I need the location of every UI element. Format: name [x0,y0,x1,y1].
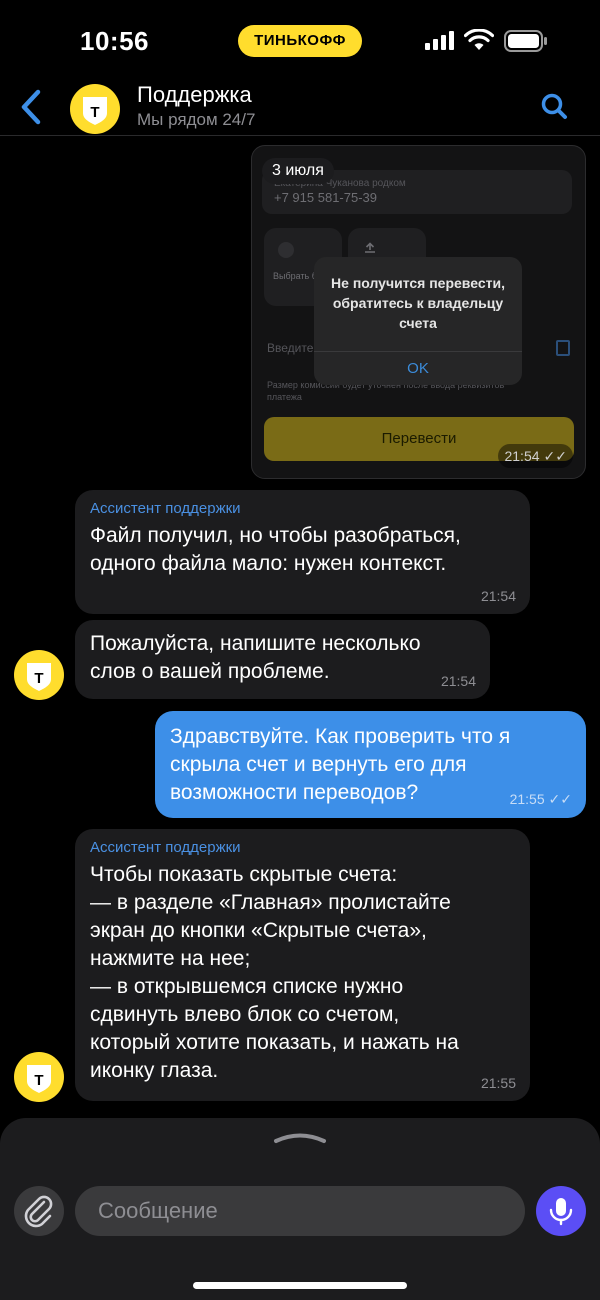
paperclip-icon [24,1195,53,1228]
svg-text:Т: Т [90,104,99,121]
incoming-message[interactable]: Ассистент поддержки Файл получил, но что… [75,490,530,614]
status-time: 10:56 [80,26,149,56]
message-input[interactable] [75,1186,525,1236]
carrier-badge: ТИНЬКОФФ [238,25,362,57]
message-text: Чтобы показать скрытые счета: — в раздел… [90,863,459,1082]
microphone-icon [549,1198,573,1226]
chat-title[interactable]: Поддержка [137,82,252,108]
search-icon[interactable] [538,90,572,124]
read-ticks-icon: ✓✓ [548,791,572,807]
composer-panel [0,1118,600,1300]
date-chip: 3 июля [262,158,334,184]
outgoing-message[interactable]: Здравствуйте. Как проверить что я скрыла… [155,711,586,818]
message-sender: Ассистент поддержки [90,500,241,517]
screenshot-amount-hint: Введите [267,341,314,355]
alert-divider [314,351,522,352]
read-ticks-icon: ✓✓ [543,448,567,464]
battery-icon [504,30,547,52]
attach-button[interactable] [14,1186,64,1236]
assistant-avatar[interactable]: Т [14,650,64,700]
message-time: 21:55 [480,1075,516,1091]
assistant-avatar[interactable]: Т [14,1052,64,1102]
home-indicator[interactable] [193,1282,407,1289]
tinkoff-shield-icon: Т [83,97,107,125]
screenshot-alert: Не получится перевести, обратитесь к вла… [314,257,522,385]
status-bar: 10:56 ТИНЬКОФФ [0,0,600,80]
alert-ok: OK [407,360,429,377]
incoming-message[interactable]: Ассистент поддержки Чтобы показать скрыт… [75,829,530,1101]
message-text: Файл получил, но чтобы разобраться, одно… [90,524,461,575]
chat-subtitle: Мы рядом 24/7 [137,110,256,129]
message-time: 21:55 ✓✓ [509,791,572,807]
message-text: Пожалуйста, напишите несколько слов о ва… [90,632,421,683]
support-avatar[interactable]: Т [70,84,120,134]
alert-message: Не получится перевести, обратитесь к вла… [331,275,505,331]
cellular-signal-icon [425,31,454,50]
tinkoff-shield-icon: Т [27,663,51,691]
tinkoff-shield-icon: Т [27,1065,51,1093]
message-sender: Ассистент поддержки [90,839,241,856]
incoming-message[interactable]: Пожалуйста, напишите несколько слов о ва… [75,620,490,699]
svg-text:Т: Т [34,670,43,687]
bank-icon [278,242,294,258]
microphone-button[interactable] [536,1186,586,1236]
wifi-icon [464,29,494,50]
image-message[interactable]: 3 июля Екатерина Чуканова родком +7 915 … [251,145,586,479]
expand-handle-icon[interactable] [272,1130,328,1144]
chat-header: Т Поддержка Мы рядом 24/7 [0,80,600,136]
image-timestamp: 21:54 ✓✓ [498,444,573,468]
message-time: 21:54 [480,588,516,604]
svg-text:Т: Т [34,1072,43,1089]
message-time: 21:54 [440,673,476,689]
calculator-icon [556,340,570,356]
back-chevron-icon[interactable] [14,84,50,130]
screenshot-phone: +7 915 581-75-39 [274,190,378,205]
